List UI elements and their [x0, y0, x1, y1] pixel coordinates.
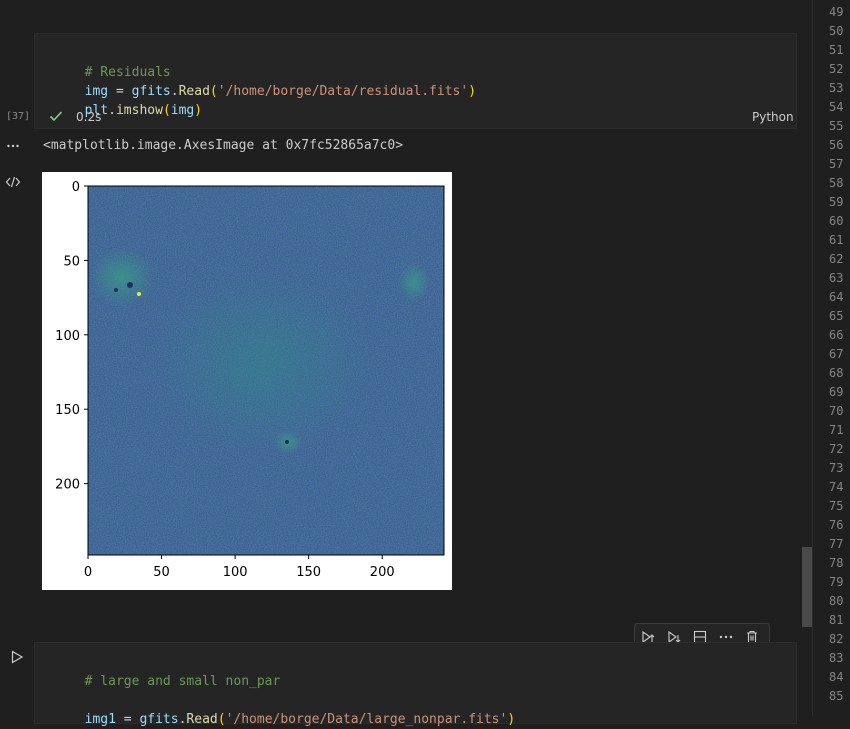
y-tick-label: 50	[63, 254, 80, 269]
function-token: Read	[186, 712, 218, 727]
line-number: 64	[829, 290, 844, 304]
line-number: 50	[829, 24, 844, 38]
image-area	[87, 185, 445, 556]
line-number: 61	[829, 233, 844, 247]
line-number: 53	[829, 81, 844, 95]
comment-token: # large and small non_par	[84, 674, 281, 689]
play-icon[interactable]	[9, 649, 25, 665]
y-tick-label: 200	[55, 478, 80, 493]
module-token: gfits	[139, 712, 179, 727]
output-repr-text: <matplotlib.image.AxesImage at 0x7fc5286…	[43, 138, 404, 153]
line-number: 63	[829, 271, 844, 285]
line-number: 74	[829, 480, 844, 494]
line-number: 81	[829, 613, 844, 627]
x-axis: 0 50 100 150 200	[84, 555, 395, 580]
line-number: 82	[829, 632, 844, 646]
code-line-read-2: img1 = gfits.Read('/home/borge/Data/larg…	[69, 691, 516, 729]
line-number: 76	[829, 518, 844, 532]
line-number: 85	[829, 689, 844, 703]
line-number: 83	[829, 651, 844, 665]
line-number: 62	[829, 252, 844, 266]
paren-token: )	[468, 84, 477, 99]
line-number: 75	[829, 499, 844, 513]
line-number: 68	[829, 366, 844, 380]
code-line-comment-2: # large and small non_par	[69, 653, 281, 691]
line-number: 58	[829, 176, 844, 190]
line-number: 70	[829, 404, 844, 418]
line-number: 55	[829, 119, 844, 133]
line-number: 59	[829, 195, 844, 209]
line-number: 79	[829, 575, 844, 589]
x-tick-label: 100	[223, 565, 248, 580]
variable-token: img1	[84, 712, 116, 727]
line-number: 84	[829, 670, 844, 684]
string-token: '/home/borge/Data/residual.fits'	[217, 84, 469, 99]
line-number: 67	[829, 347, 844, 361]
function-token: imshow	[115, 103, 163, 118]
line-number: 65	[829, 309, 844, 323]
line-number: 73	[829, 461, 844, 475]
paren-token: )	[507, 712, 516, 727]
line-number: 69	[829, 385, 844, 399]
line-number: 51	[829, 43, 844, 57]
line-number: 57	[829, 157, 844, 171]
paren-token: )	[194, 103, 203, 118]
line-number: 72	[829, 442, 844, 456]
line-number: 52	[829, 62, 844, 76]
paren-token: (	[209, 84, 218, 99]
string-token: '/home/borge/Data/large_nonpar.fits'	[225, 712, 508, 727]
dot-token: .	[108, 103, 116, 118]
paren-token: (	[217, 712, 226, 727]
x-tick-label: 0	[84, 565, 92, 580]
line-number: 80	[829, 594, 844, 608]
x-tick-label: 150	[296, 565, 321, 580]
operator-token: =	[115, 712, 140, 727]
line-number: 78	[829, 556, 844, 570]
execution-time: 0.2s	[76, 110, 102, 124]
x-tick-label: 50	[153, 565, 170, 580]
vertical-scrollbar[interactable]	[802, 547, 812, 627]
x-tick-label: 200	[370, 565, 395, 580]
line-number: 54	[829, 100, 844, 114]
check-icon	[48, 108, 64, 124]
line-number: 60	[829, 214, 844, 228]
variable-token: img	[170, 103, 195, 118]
plot-output: 0 50 100 150 200 0 50 100 150 200	[42, 172, 452, 590]
heatmap-figure: 0 50 100 150 200 0 50 100 150 200	[55, 180, 445, 580]
line-number: 77	[829, 537, 844, 551]
y-tick-label: 0	[72, 180, 80, 195]
y-axis: 0 50 100 150 200	[55, 180, 88, 493]
execution-count: [37]	[6, 111, 31, 122]
line-number: 71	[829, 423, 844, 437]
paren-token: (	[162, 103, 171, 118]
line-number: 66	[829, 328, 844, 342]
code-icon[interactable]	[5, 174, 21, 190]
line-number: 56	[829, 138, 844, 152]
line-number: 49	[829, 5, 844, 19]
kernel-language-label[interactable]: Python	[752, 110, 794, 124]
y-tick-label: 100	[55, 329, 80, 344]
y-tick-label: 150	[55, 403, 80, 418]
ellipsis-icon[interactable]	[6, 138, 20, 152]
